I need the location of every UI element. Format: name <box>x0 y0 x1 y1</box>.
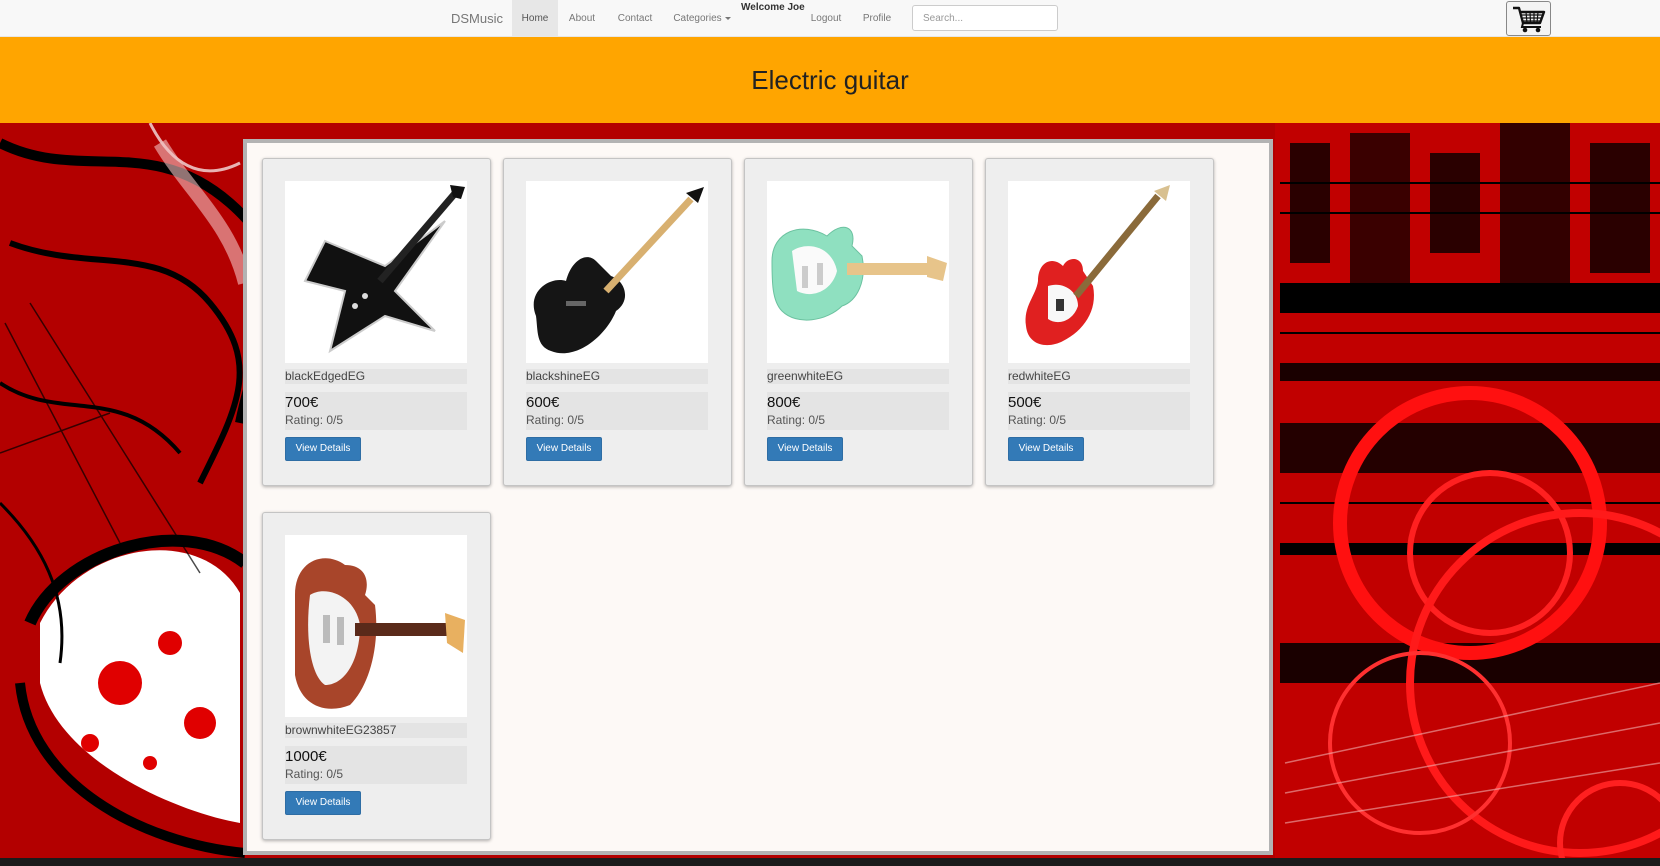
bottom-strip <box>0 858 1660 866</box>
product-rating: Rating: 0/5 <box>526 413 585 427</box>
price-box: 500€ Rating: 0/5 <box>1008 392 1190 430</box>
nav-home[interactable]: Home <box>512 0 558 37</box>
nav-categories-label: Categories <box>673 13 722 24</box>
black-edged-guitar-image <box>303 185 465 354</box>
product-image[interactable] <box>285 181 467 363</box>
green-white-guitar-image <box>771 226 947 321</box>
product-image[interactable] <box>767 181 949 363</box>
product-rating: Rating: 0/5 <box>767 413 826 427</box>
product-image[interactable] <box>526 181 708 363</box>
product-image[interactable] <box>1008 181 1190 363</box>
product-card: brownwhiteEG23857 1000€ Rating: 0/5 View… <box>262 512 491 840</box>
red-white-guitar-image <box>1025 185 1170 346</box>
price-box: 700€ Rating: 0/5 <box>285 392 467 430</box>
page-banner: Electric guitar <box>0 37 1660 123</box>
search-input[interactable] <box>912 5 1058 31</box>
shopping-cart-icon <box>1512 6 1545 32</box>
product-price: 800€ <box>767 394 801 411</box>
view-details-button[interactable]: View Details <box>1008 437 1084 461</box>
welcome-text: Welcome Joe <box>741 2 805 13</box>
product-name: blackshineEG <box>526 369 708 384</box>
product-card: greenwhiteEG 800€ Rating: 0/5 View Detai… <box>744 158 973 486</box>
view-details-button[interactable]: View Details <box>285 791 361 815</box>
price-box: 1000€ Rating: 0/5 <box>285 746 467 784</box>
top-navbar: DSMusic Home About Contact Categories We… <box>0 0 1660 37</box>
view-details-button[interactable]: View Details <box>285 437 361 461</box>
product-name: blackEdgedEG <box>285 369 467 384</box>
cart-button[interactable] <box>1506 1 1551 36</box>
product-image[interactable] <box>285 535 467 717</box>
product-name: redwhiteEG <box>1008 369 1190 384</box>
brown-white-guitar-image <box>295 558 465 709</box>
nav-logout[interactable]: Logout <box>806 0 846 37</box>
product-card: blackshineEG 600€ Rating: 0/5 View Detai… <box>503 158 732 486</box>
price-box: 600€ Rating: 0/5 <box>526 392 708 430</box>
black-shine-guitar-image <box>533 187 704 354</box>
product-price: 500€ <box>1008 394 1042 411</box>
view-details-button[interactable]: View Details <box>526 437 602 461</box>
product-rating: Rating: 0/5 <box>285 413 344 427</box>
product-name: greenwhiteEG <box>767 369 949 384</box>
nav-profile[interactable]: Profile <box>858 0 896 37</box>
caret-down-icon <box>724 16 731 20</box>
price-box: 800€ Rating: 0/5 <box>767 392 949 430</box>
product-price: 1000€ <box>285 748 327 765</box>
nav-about[interactable]: About <box>561 0 603 37</box>
product-price: 600€ <box>526 394 560 411</box>
page-title: Electric guitar <box>751 65 909 95</box>
product-rating: Rating: 0/5 <box>1008 413 1067 427</box>
nav-categories-dropdown[interactable]: Categories <box>668 0 736 37</box>
nav-contact[interactable]: Contact <box>607 0 663 37</box>
product-card: blackEdgedEG 700€ Rating: 0/5 View Detai… <box>262 158 491 486</box>
product-price: 700€ <box>285 394 319 411</box>
product-panel: blackEdgedEG 700€ Rating: 0/5 View Detai… <box>243 139 1273 855</box>
product-card: redwhiteEG 500€ Rating: 0/5 View Details <box>985 158 1214 486</box>
view-details-button[interactable]: View Details <box>767 437 843 461</box>
brand-link[interactable]: DSMusic <box>451 0 503 37</box>
product-rating: Rating: 0/5 <box>285 767 344 781</box>
product-name: brownwhiteEG23857 <box>285 723 467 738</box>
